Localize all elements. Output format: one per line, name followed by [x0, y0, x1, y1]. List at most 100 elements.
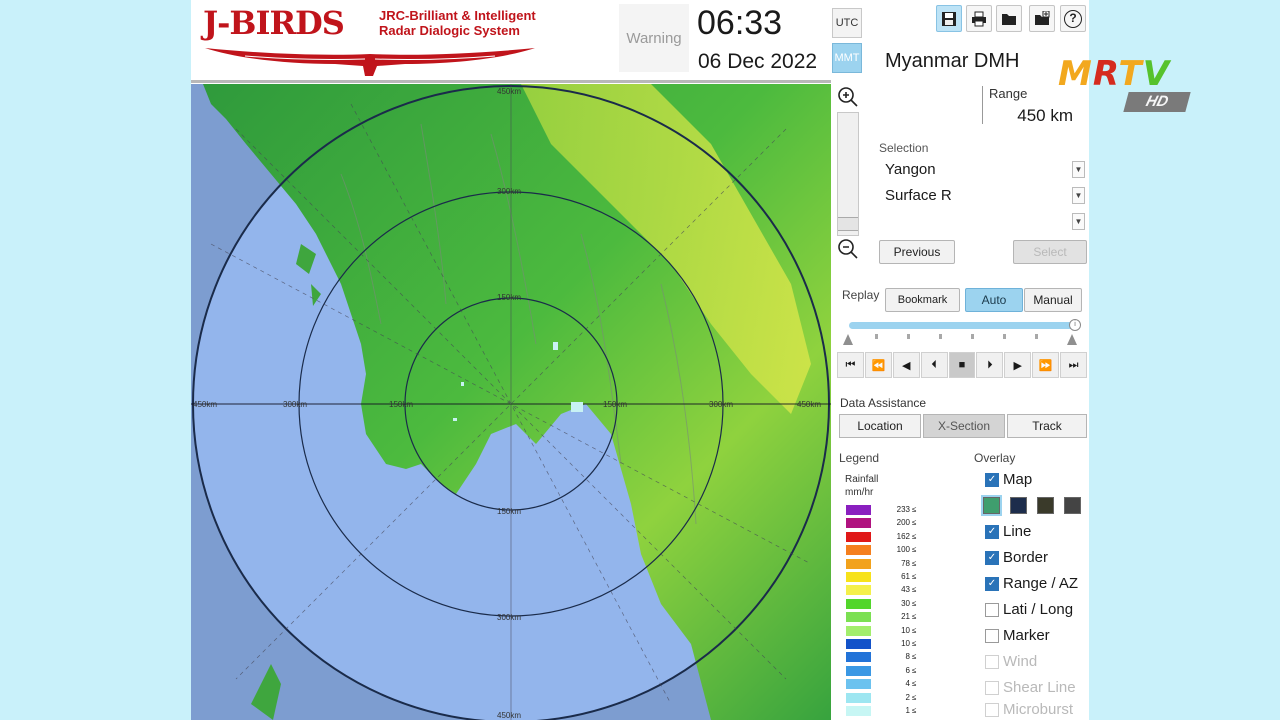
last-frame-button[interactable]: ⏭ — [1060, 352, 1088, 378]
overlay-option-line[interactable]: ✓ Line — [977, 522, 1087, 542]
x-section-button[interactable]: X-Section — [923, 414, 1005, 438]
radar-map[interactable]: 450km 300km 150km 150km 300km 450km 450k… — [191, 84, 831, 720]
legend-value: 78 — [901, 558, 910, 568]
tz-mmt-button[interactable]: MMT — [832, 43, 862, 73]
checkbox[interactable]: ✓ — [985, 525, 999, 539]
legend-value: 233 — [896, 505, 910, 514]
checkbox[interactable] — [985, 629, 999, 643]
checkbox[interactable]: ✓ — [985, 577, 999, 591]
checkbox[interactable] — [985, 681, 999, 695]
overlay-option-label: Map — [1003, 471, 1033, 488]
legend-swatch — [846, 558, 871, 569]
legend-le-symbol: ≤ — [912, 692, 917, 702]
overlay-option-microburst[interactable]: Microburst — [977, 700, 1087, 720]
legend-le-symbol: ≤ — [912, 572, 917, 581]
fast-forward-button[interactable]: ⏩ — [1032, 352, 1060, 378]
site-select[interactable]: Yangon ▼ — [879, 158, 1087, 181]
legend-le-symbol: ≤ — [912, 558, 917, 568]
print-icon — [972, 11, 986, 26]
replay-position-handle[interactable]: i — [1069, 319, 1081, 331]
legend-swatch — [846, 531, 871, 542]
overlay-option-marker[interactable]: Marker — [977, 626, 1087, 646]
legend-swatch — [846, 652, 871, 663]
mrtv-letter-m: M — [1058, 54, 1093, 94]
auto-button[interactable]: Auto — [965, 288, 1023, 312]
zoom-slider[interactable] — [837, 112, 859, 236]
legend-swatch — [846, 706, 871, 716]
legend-le-symbol: ≤ — [912, 598, 917, 608]
checkbox[interactable] — [985, 603, 999, 617]
overlay-option-range-az[interactable]: ✓ Range / AZ — [977, 574, 1087, 594]
checkbox[interactable] — [985, 655, 999, 669]
step-forward-button[interactable]: ⏵ — [976, 352, 1004, 378]
overlay-option-label: Marker — [1003, 627, 1050, 644]
checkbox[interactable]: ✓ — [985, 551, 999, 565]
map-style-swatch[interactable] — [981, 495, 1002, 516]
manual-button[interactable]: Manual — [1024, 288, 1082, 312]
save-button[interactable] — [936, 5, 962, 32]
range-label-h2: 300km — [283, 400, 307, 409]
zoom-slider-handle[interactable] — [838, 217, 858, 231]
replay-track[interactable] — [849, 322, 1077, 329]
track-button[interactable]: Track — [1007, 414, 1087, 438]
product-select-value: Surface R — [885, 187, 952, 204]
overlay-option-label: Wind — [1003, 653, 1038, 670]
legend-item: 162 ≤ — [846, 531, 946, 544]
range-end-marker[interactable] — [1067, 334, 1077, 345]
location-button[interactable]: Location — [839, 414, 921, 438]
legend-item: 100 ≤ — [846, 544, 946, 557]
legend-value: 61 — [901, 572, 910, 581]
legend-item: 30 ≤ — [846, 598, 946, 611]
dropdown-arrow-icon[interactable]: ▼ — [1072, 187, 1085, 204]
overlay-option-border[interactable]: ✓ Border — [977, 548, 1087, 568]
first-frame-button[interactable]: ⏮ — [837, 352, 864, 378]
add-icon — [1035, 10, 1050, 25]
range-start-marker[interactable] — [843, 334, 853, 345]
zoom-out-button[interactable] — [835, 236, 861, 262]
legend-le-symbol: ≤ — [912, 625, 917, 635]
overlay-option-map[interactable]: ✓ Map — [977, 470, 1087, 490]
add-button[interactable] — [1029, 5, 1055, 32]
legend-le-symbol: ≤ — [912, 639, 917, 648]
stop-button[interactable]: ■ — [948, 352, 976, 378]
product-select[interactable]: Surface R ▼ — [879, 184, 1087, 207]
dropdown-arrow-icon[interactable]: ▼ — [1072, 161, 1085, 178]
range-label-v4: 450km — [497, 711, 521, 720]
play-button[interactable]: ▶ — [1004, 352, 1032, 378]
overlay-option-wind[interactable]: Wind — [977, 652, 1087, 672]
overlay-option-label: Line — [1003, 523, 1032, 540]
overlay-option-shear-line[interactable]: Shear Line — [977, 678, 1087, 698]
warning-indicator[interactable]: Warning — [619, 4, 689, 72]
help-button[interactable]: ? — [1060, 5, 1086, 32]
map-style-swatch[interactable] — [1064, 497, 1081, 514]
extra-select[interactable]: ▼ — [879, 210, 1087, 233]
map-style-swatch[interactable] — [1037, 497, 1054, 514]
map-style-swatch[interactable] — [1010, 497, 1027, 514]
overlay-option-lati-long[interactable]: Lati / Long — [977, 600, 1087, 620]
dropdown-arrow-icon[interactable]: ▼ — [1072, 213, 1085, 230]
legend-le-symbol: ≤ — [912, 679, 917, 689]
legend-swatch — [846, 625, 871, 636]
print-button[interactable] — [966, 5, 992, 32]
checkbox[interactable]: ✓ — [985, 473, 999, 487]
previous-button[interactable]: Previous — [879, 240, 955, 264]
bookmark-button[interactable]: Bookmark — [885, 288, 960, 312]
select-button[interactable]: Select — [1013, 240, 1087, 264]
legend-swatch — [846, 545, 871, 556]
legend-item: 21 ≤ — [846, 611, 946, 624]
zoom-in-button[interactable] — [835, 84, 861, 110]
open-button[interactable] — [996, 5, 1022, 32]
step-back-button[interactable]: ⏴ — [920, 352, 948, 378]
legend-le-symbol: ≤ — [912, 518, 917, 528]
replay-timeline[interactable]: i — [843, 318, 1081, 348]
range-label-h5: 300km — [709, 400, 733, 409]
radar-map-canvas[interactable]: 450km 300km 150km 150km 300km 450km 450k… — [191, 84, 831, 720]
fast-rewind-button[interactable]: ⏪ — [864, 352, 892, 378]
checkbox[interactable] — [985, 703, 999, 717]
legend-item: 1 ≤ — [846, 705, 946, 718]
tz-utc-button[interactable]: UTC — [832, 8, 862, 38]
play-back-button[interactable]: ◀ — [892, 352, 920, 378]
replay-label: Replay — [842, 288, 880, 302]
legend-item: 78 ≤ — [846, 558, 946, 571]
clock-time: 06:33 — [697, 4, 783, 42]
